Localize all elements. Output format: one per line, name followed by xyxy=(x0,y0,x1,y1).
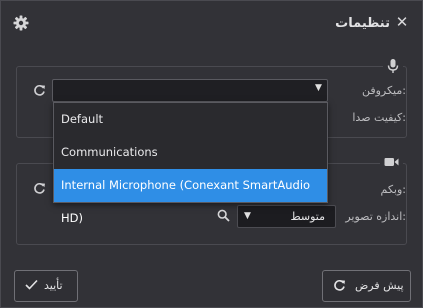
microphone-icon xyxy=(383,58,403,74)
webcam-label: وبکم: xyxy=(380,183,407,196)
reset-button-label: پیش فرض xyxy=(355,279,404,292)
microphone-dropdown-list: Default Communications Internal Micropho… xyxy=(53,102,328,225)
confirm-button[interactable]: تأیید xyxy=(14,270,78,302)
close-icon[interactable]: ✕ xyxy=(394,14,410,30)
refresh-icon xyxy=(333,279,346,292)
camera-icon xyxy=(380,156,403,168)
microphone-select[interactable]: ▼ xyxy=(52,79,328,102)
dropdown-option-communications[interactable]: Communications xyxy=(54,136,327,169)
confirm-button-label: تأیید xyxy=(44,279,63,292)
dropdown-arrow-icon: ▼ xyxy=(244,211,251,221)
webcam-refresh-icon[interactable] xyxy=(33,182,46,195)
dropdown-option-internal-microphone[interactable]: Internal Microphone (Conexant SmartAudio… xyxy=(54,169,327,225)
search-icon[interactable] xyxy=(217,209,230,222)
image-size-select[interactable]: ▼ متوسط xyxy=(237,205,336,228)
image-size-value: متوسط xyxy=(290,210,325,223)
microphone-label: میکروفن: xyxy=(361,84,406,97)
checkmark-icon xyxy=(25,279,38,290)
refresh-icon[interactable] xyxy=(33,84,46,97)
dialog-titlebar: ✕ تنظیمات xyxy=(1,1,422,49)
settings-dialog: ✕ تنظیمات میکروفن: کیفیت صدا: ▼ وبکم: ان… xyxy=(0,0,423,308)
reset-defaults-button[interactable]: پیش فرض xyxy=(322,270,411,302)
dropdown-option-default[interactable]: Default xyxy=(54,103,327,136)
dialog-title: تنظیمات xyxy=(335,16,390,31)
image-size-label: اندازه تصویر: xyxy=(345,210,406,223)
gear-icon[interactable] xyxy=(13,15,29,31)
audio-quality-label: کیفیت صدا: xyxy=(352,111,406,124)
dropdown-arrow-icon: ▼ xyxy=(315,83,322,93)
